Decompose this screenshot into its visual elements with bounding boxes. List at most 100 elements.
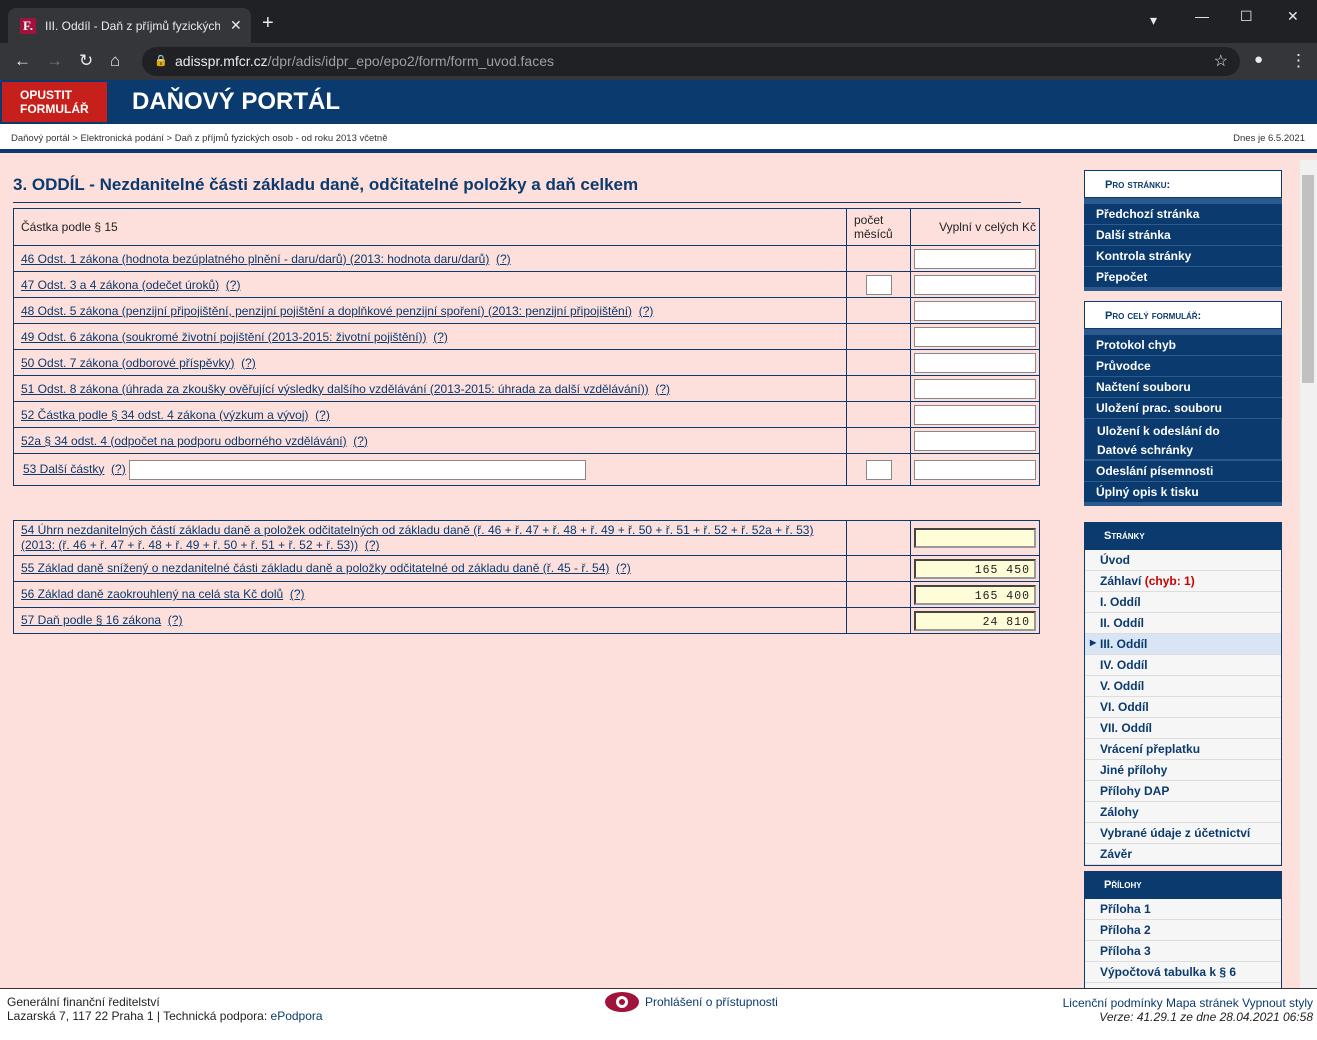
months-input[interactable] — [865, 459, 892, 480]
close-window-icon[interactable]: ✕ — [1287, 8, 1299, 25]
form-actions-heading: Pro celý formulář: — [1084, 301, 1282, 329]
pages-item[interactable]: ▶ III. Oddíl — [1085, 634, 1281, 655]
form_items-item[interactable]: Odeslání písemnosti — [1084, 460, 1282, 481]
leave-form-button[interactable]: OPUSTIT FORMULÁŘ — [2, 82, 107, 122]
amount-input[interactable] — [914, 404, 1036, 425]
help-link[interactable]: (?) — [315, 408, 330, 422]
sitemap-link[interactable]: Mapa stránek — [1166, 996, 1239, 1010]
disable-styles-link[interactable]: Vypnout styly — [1242, 996, 1313, 1010]
minimize-icon[interactable]: — — [1195, 8, 1209, 24]
pages-item[interactable]: Jiné přílohy — [1085, 760, 1281, 781]
scrollbar-thumb[interactable] — [1302, 175, 1314, 383]
amount-input[interactable] — [914, 274, 1036, 295]
pages-item[interactable]: Vrácení přeplatku — [1085, 739, 1281, 760]
row-label-link[interactable]: 49 Odst. 6 zákona (soukromé životní poji… — [21, 330, 427, 344]
amount-input[interactable] — [914, 326, 1036, 347]
pages-item[interactable]: Závěr — [1085, 844, 1281, 865]
attachments-item[interactable]: Výpočtová tabulka k § 6 — [1085, 962, 1281, 983]
scrollbar[interactable] — [1300, 160, 1317, 988]
breadcrumb-path[interactable]: Daňový portál > Elektronická podání > Da… — [11, 133, 388, 144]
row-label-link[interactable]: 50 Odst. 7 zákona (odborové příspěvky) — [21, 356, 234, 370]
help-link[interactable]: (?) — [433, 330, 448, 344]
months-input[interactable] — [865, 274, 892, 295]
pages-item[interactable]: VI. Oddíl — [1085, 697, 1281, 718]
help-link[interactable]: (?) — [365, 538, 380, 552]
total-label-link[interactable]: 56 Základ daně zaokrouhlený na celá sta … — [21, 587, 283, 601]
help-link[interactable]: (?) — [639, 304, 654, 318]
form_items-item[interactable]: Uložení prac. souboru — [1084, 397, 1282, 418]
row-label-link[interactable]: 47 Odst. 3 a 4 zákona (odečet úroků) — [21, 278, 219, 292]
amount-input[interactable] — [914, 430, 1036, 451]
form_items-item[interactable]: Úplný opis k tisku — [1084, 481, 1282, 502]
form_items-item[interactable]: Uložení k odeslání do Datové schránky — [1084, 418, 1282, 460]
computed-amount: 165 450 — [914, 558, 1036, 579]
forward-icon[interactable]: → — [46, 51, 63, 71]
row-label-link[interactable]: 48 Odst. 5 zákona (penzijní připojištění… — [21, 304, 632, 318]
amount-input[interactable] — [914, 248, 1036, 269]
attachments-item[interactable]: Příloha 2 — [1085, 920, 1281, 941]
home-icon[interactable]: ⌂ — [110, 51, 120, 71]
help-link[interactable]: (?) — [290, 587, 305, 601]
row-label-link[interactable]: 52a § 34 odst. 4 (odpočet na podporu odb… — [21, 434, 347, 448]
help-link[interactable]: (?) — [168, 613, 183, 627]
help-link[interactable]: (?) — [241, 356, 256, 370]
back-icon[interactable]: ← — [14, 51, 31, 71]
url-input[interactable]: 🔒 adisspr.mfcr.cz/dpr/adis/idpr_epo/epo2/… — [142, 47, 1240, 76]
help-link[interactable]: (?) — [616, 561, 631, 575]
menu-icon[interactable]: ⋮ — [1290, 51, 1307, 71]
pages-item[interactable]: IV. Oddíl — [1085, 655, 1281, 676]
pages-item[interactable]: VII. Oddíl — [1085, 718, 1281, 739]
amount-input[interactable] — [914, 352, 1036, 373]
amount-input[interactable] — [914, 378, 1036, 399]
license-link[interactable]: Licenční podmínky — [1063, 996, 1163, 1010]
accessibility-link[interactable]: Prohlášení o přístupnosti — [645, 995, 778, 1009]
pages-item[interactable]: Úvod — [1085, 550, 1281, 571]
page_items-item[interactable]: Kontrola stránky — [1084, 245, 1282, 266]
item-label: Přílohy DAP — [1100, 784, 1170, 798]
total-label-link[interactable]: 55 Základ daně snížený o nezdanitelné čá… — [21, 561, 609, 575]
new-tab-icon[interactable]: + — [262, 12, 274, 35]
total-label-link[interactable]: 57 Daň podle § 16 zákona — [21, 613, 161, 627]
pages-item[interactable]: I. Oddíl — [1085, 592, 1281, 613]
account-icon[interactable]: ● — [1254, 51, 1263, 68]
table-row: 47 Odst. 3 a 4 zákona (odečet úroků) (?) — [13, 271, 1040, 298]
maximize-icon[interactable]: ☐ — [1240, 8, 1253, 25]
profile-menu-icon[interactable]: ▾ — [1150, 12, 1157, 29]
page-title: 3. ODDÍL - Nezdanitelné části základu da… — [13, 175, 639, 194]
pages-item[interactable]: V. Oddíl — [1085, 676, 1281, 697]
row-label-link[interactable]: 52 Částka podle § 34 odst. 4 zákona (výz… — [21, 408, 308, 422]
help-link[interactable]: (?) — [353, 434, 368, 448]
form_items-item[interactable]: Načtení souboru — [1084, 376, 1282, 397]
help-link[interactable]: (?) — [496, 252, 511, 266]
pages-item[interactable]: Záhlaví (chyb: 1) — [1085, 571, 1281, 592]
pages-item[interactable]: Přílohy DAP — [1085, 781, 1281, 802]
row-label-link[interactable]: 51 Odst. 8 zákona (úhrada za zkoušky ově… — [21, 382, 649, 396]
total-label-2013[interactable]: (2013: (ř. 46 + ř. 47 + ř. 48 + ř. 49 + … — [21, 538, 358, 552]
other-amounts-text-input[interactable] — [129, 459, 587, 480]
total-label-link[interactable]: 54 Úhrn nezdanitelných částí základu dan… — [21, 523, 813, 537]
row-label-link[interactable]: 46 Odst. 1 zákona (hodnota bezúplatného … — [21, 252, 489, 266]
amount-input[interactable] — [914, 300, 1036, 321]
reload-icon[interactable]: ↻ — [79, 51, 93, 71]
epodpora-link[interactable]: ePodpora — [271, 1009, 323, 1023]
pages-item[interactable]: Vybrané údaje z účetnictví — [1085, 823, 1281, 844]
help-link[interactable]: (?) — [655, 382, 670, 396]
amount-input[interactable] — [914, 459, 1036, 480]
attachments-item[interactable]: Příloha 3 — [1085, 941, 1281, 962]
close-tab-icon[interactable]: ✕ — [230, 17, 242, 34]
page_items-item[interactable]: Předchozí stránka — [1084, 203, 1282, 224]
page_items-item[interactable]: Přepočet — [1084, 266, 1282, 287]
lock-icon: 🔒 — [154, 55, 168, 67]
version-info: Verze: 41.29.1 ze dne 28.04.2021 06:58 — [1099, 1010, 1313, 1024]
browser-tab[interactable]: F. III. Oddíl - Daň z příjmů fyzických os… — [8, 8, 251, 43]
attachments-item[interactable]: Příloha 1 — [1085, 899, 1281, 920]
row-label-link[interactable]: 53 Další částky — [23, 462, 104, 476]
help-link[interactable]: (?) — [111, 462, 126, 476]
page_items-item[interactable]: Další stránka — [1084, 224, 1282, 245]
pages-item[interactable]: Zálohy — [1085, 802, 1281, 823]
form_items-item[interactable]: Protokol chyb — [1084, 334, 1282, 355]
form_items-item[interactable]: Průvodce — [1084, 355, 1282, 376]
pages-item[interactable]: II. Oddíl — [1085, 613, 1281, 634]
help-link[interactable]: (?) — [226, 278, 241, 292]
bookmark-star-icon[interactable]: ☆ — [1214, 47, 1228, 76]
